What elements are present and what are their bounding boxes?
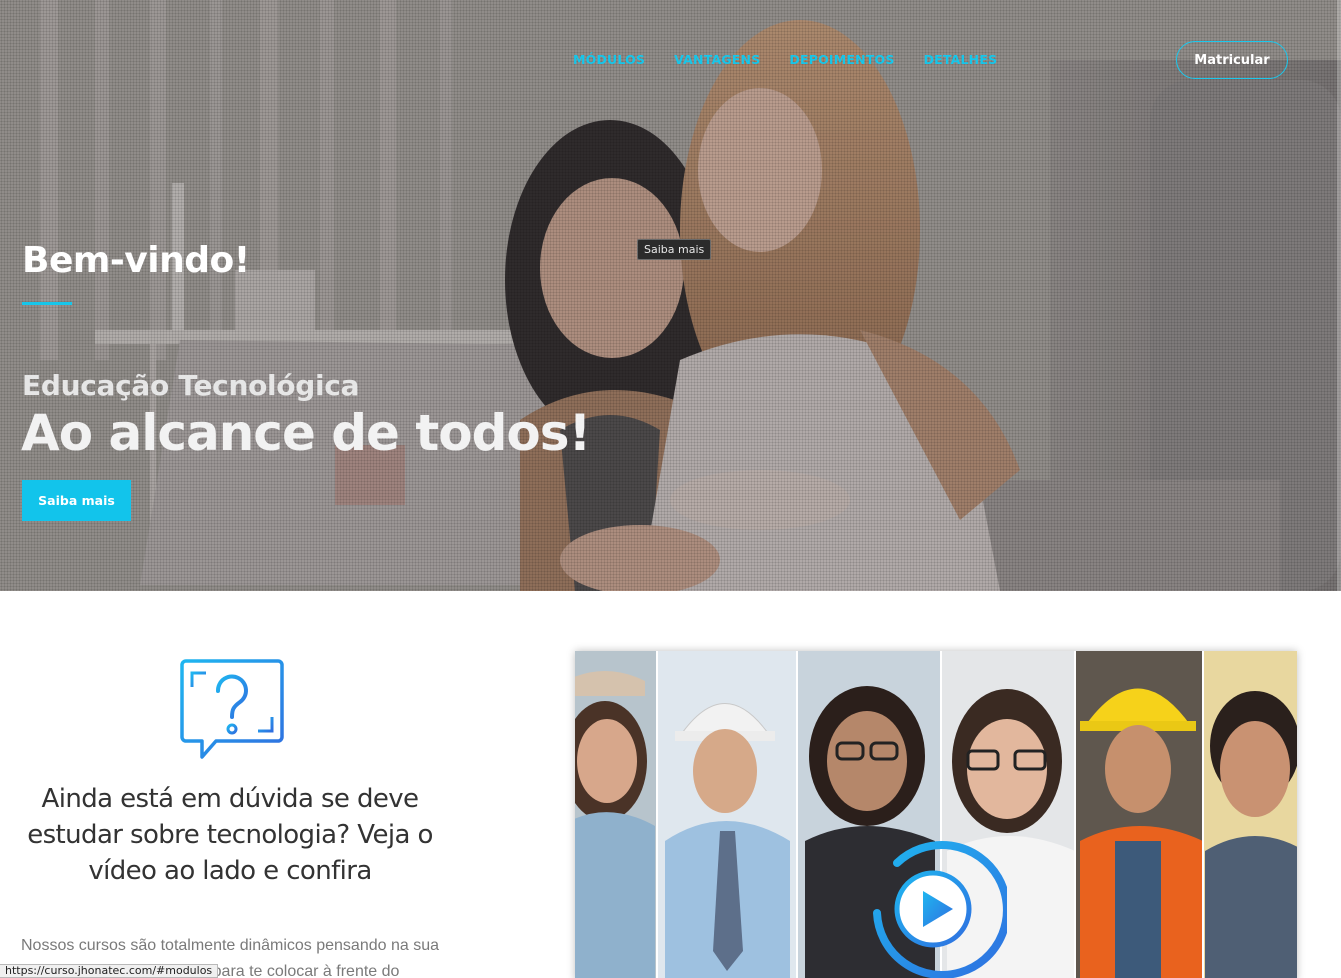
- main-nav: MÓDULOS VANTAGENS DEPOIMENTOS DETALHES: [573, 52, 997, 67]
- hero-headline: Ao alcance de todos!: [21, 404, 591, 462]
- welcome-heading: Bem-vindo!: [22, 240, 250, 281]
- scrollbar[interactable]: [1337, 0, 1341, 591]
- question-bubble-icon: [180, 659, 284, 759]
- hero-overlay: [0, 0, 1341, 591]
- tooltip: Saiba mais: [637, 239, 712, 260]
- accent-divider: [22, 302, 72, 305]
- video-player[interactable]: [575, 651, 1297, 978]
- hero-subtitle: Educação Tecnológica: [22, 369, 360, 402]
- play-icon[interactable]: [857, 833, 1007, 978]
- nav-link-vantagens[interactable]: VANTAGENS: [674, 52, 760, 67]
- status-bar-url: https://curso.jhonatec.com/#modulos: [0, 964, 219, 978]
- enroll-button[interactable]: Matricular: [1176, 41, 1288, 79]
- hero-banner: MÓDULOS VANTAGENS DEPOIMENTOS DETALHES M…: [0, 0, 1341, 591]
- nav-link-detalhes[interactable]: DETALHES: [924, 52, 998, 67]
- nav-link-depoimentos[interactable]: DEPOIMENTOS: [789, 52, 894, 67]
- learn-more-button[interactable]: Saiba mais: [22, 480, 131, 521]
- nav-link-modulos[interactable]: MÓDULOS: [573, 52, 645, 67]
- question-title: Ainda está em dúvida se deve estudar sob…: [27, 784, 433, 886]
